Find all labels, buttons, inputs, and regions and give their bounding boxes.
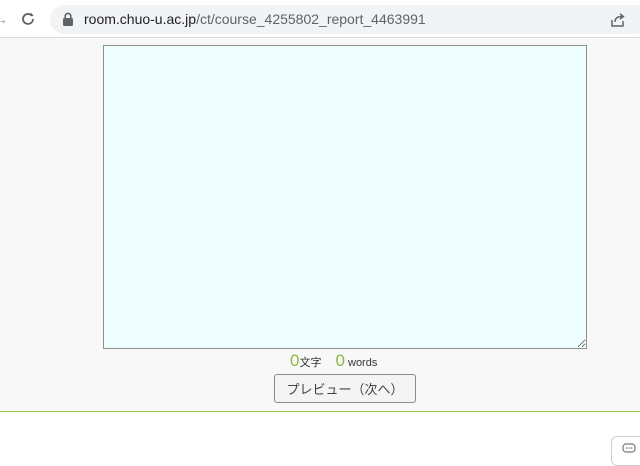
word-count-unit: words [348, 357, 378, 369]
url-path: /ct/course_4255802_report_4463991 [196, 11, 426, 27]
word-count: 0 [335, 351, 345, 370]
text-counter: 0文字 0 words [290, 351, 377, 371]
share-icon[interactable] [610, 12, 626, 28]
url-text[interactable]: room.chuo-u.ac.jp/ct/course_4255802_repo… [84, 11, 426, 28]
chat-bubble-icon [622, 443, 636, 453]
arrow-right-icon[interactable]: → [0, 10, 8, 28]
address-bar[interactable]: room.chuo-u.ac.jp/ct/course_4255802_repo… [50, 5, 640, 34]
chat-widget-button[interactable] [611, 436, 640, 466]
url-host: room.chuo-u.ac.jp [84, 11, 197, 27]
page-footer-area [0, 412, 640, 450]
lock-icon [63, 12, 73, 26]
reload-icon[interactable] [18, 9, 38, 29]
char-count-unit: 文字 [299, 357, 322, 369]
report-textarea[interactable] [103, 45, 587, 349]
browser-toolbar: → room.chuo-u.ac.jp/ct/course_4255802_re… [0, 0, 640, 38]
report-form-area: 0文字 0 words プレビュー（次へ） [0, 38, 640, 412]
preview-next-button[interactable]: プレビュー（次へ） [274, 374, 416, 403]
